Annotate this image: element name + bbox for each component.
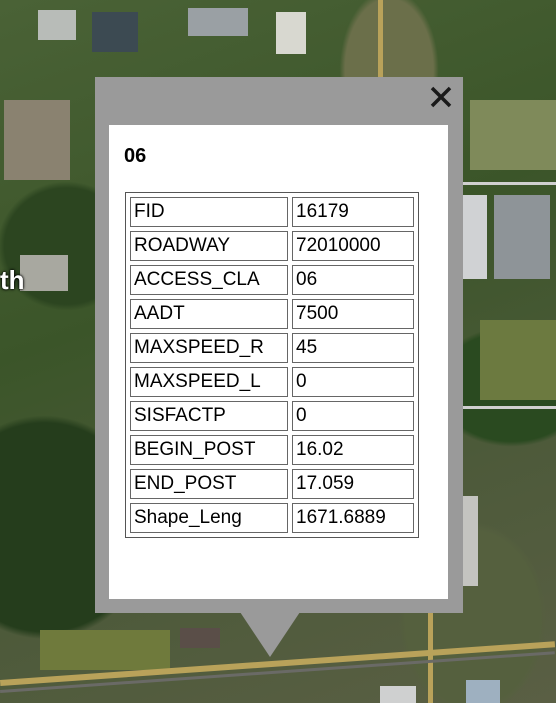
table-row: AADT 7500 [130,299,414,329]
attribute-name: Shape_Leng [130,503,288,533]
attribute-table: FID 16179 ROADWAY 72010000 ACCESS_CLA 06… [125,192,419,538]
popup-content: 06 FID 16179 ROADWAY 72010000 ACCESS_CLA… [109,125,448,599]
table-row: ACCESS_CLA 06 [130,265,414,295]
building [276,12,306,54]
attribute-value: 06 [292,265,414,295]
attribute-value: 16.02 [292,435,414,465]
clearing [40,630,170,670]
building [188,8,248,36]
popup-pointer [240,612,300,657]
attribute-name: ROADWAY [130,231,288,261]
road [428,612,433,703]
building [466,680,500,703]
popup-title: 06 [124,145,147,167]
attribute-name: FID [130,197,288,227]
table-row: Shape_Leng 1671.6889 [130,503,414,533]
attribute-value: 17.059 [292,469,414,499]
building [180,628,220,648]
building [380,686,416,703]
table-row: MAXSPEED_L 0 [130,367,414,397]
road [378,0,383,77]
table-row: BEGIN_POST 16.02 [130,435,414,465]
attribute-value: 0 [292,367,414,397]
attribute-value: 0 [292,401,414,431]
close-icon [430,86,452,108]
attribute-value: 7500 [292,299,414,329]
table-row: SISFACTP 0 [130,401,414,431]
attribute-name: AADT [130,299,288,329]
attribute-name: ACCESS_CLA [130,265,288,295]
building [38,10,76,40]
clearing [4,100,70,180]
attribute-name: END_POST [130,469,288,499]
table-row: END_POST 17.059 [130,469,414,499]
road [463,406,556,409]
table-row: FID 16179 [130,197,414,227]
map-place-label: th [0,265,25,295]
table-row: MAXSPEED_R 45 [130,333,414,363]
attribute-value: 45 [292,333,414,363]
attribute-value: 1671.6889 [292,503,414,533]
attribute-name: SISFACTP [130,401,288,431]
building [462,496,478,586]
close-button[interactable] [429,85,453,109]
attribute-value: 16179 [292,197,414,227]
attribute-name: MAXSPEED_R [130,333,288,363]
table-row: ROADWAY 72010000 [130,231,414,261]
attribute-name: BEGIN_POST [130,435,288,465]
building [463,195,487,279]
attribute-value: 72010000 [292,231,414,261]
clearing [480,320,556,400]
building [20,255,68,291]
road [463,182,556,185]
building [494,195,550,279]
building [92,12,138,52]
info-popup: 06 FID 16179 ROADWAY 72010000 ACCESS_CLA… [95,77,463,613]
attribute-name: MAXSPEED_L [130,367,288,397]
clearing [470,100,556,170]
